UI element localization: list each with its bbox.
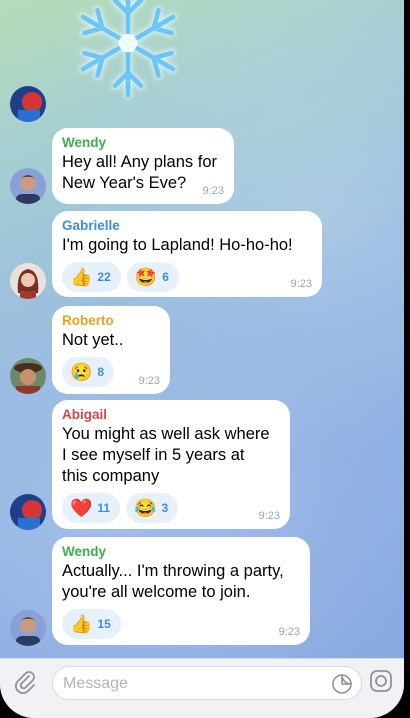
message-bubble[interactable]: Wendy Actually... I'm throwing a party, …	[52, 537, 310, 645]
reaction-count: 11	[97, 501, 111, 515]
reactions: 👍 22 🤩 6	[62, 262, 312, 292]
message-text: Hey all! Any plans for New Year's Eve?	[62, 153, 217, 192]
message-time: 9:23	[202, 185, 224, 197]
crying-face-icon: 😢	[70, 362, 93, 382]
reaction-count: 22	[97, 270, 111, 284]
avatar[interactable]	[10, 494, 46, 530]
reaction-thumbs-up[interactable]: 👍 15	[62, 609, 121, 639]
avatar[interactable]	[10, 263, 46, 299]
composer-bar: Message	[0, 658, 404, 718]
reaction-count: 6	[162, 270, 169, 284]
reaction-crying[interactable]: 😢 8	[62, 357, 115, 387]
camera-icon[interactable]	[368, 668, 394, 694]
message-time: 9:23	[290, 278, 312, 290]
chat-screen: Wendy Hey all! Any plans for New Year's …	[0, 0, 404, 718]
avatar[interactable]	[10, 168, 46, 204]
message-bubble[interactable]: Roberto Not yet.. 😢 8 9:23	[52, 306, 170, 394]
sender-name: Gabrielle	[62, 218, 120, 233]
reactions: 👍 15	[62, 609, 300, 639]
message-text: Not yet..	[62, 331, 124, 349]
reaction-thumbs-up[interactable]: 👍 22	[62, 262, 121, 292]
avatar[interactable]	[10, 358, 46, 394]
avatar[interactable]	[10, 86, 46, 122]
attach-icon[interactable]	[12, 669, 38, 695]
message-text: Actually... I'm throwing a party, you're…	[62, 562, 284, 601]
reactions: ❤️ 11 😂 3	[62, 493, 280, 523]
thumbs-up-icon: 👍	[70, 614, 93, 634]
sender-name: Wendy	[62, 135, 107, 150]
reaction-star-struck[interactable]: 🤩 6	[126, 262, 179, 292]
heart-icon: ❤️	[70, 498, 93, 518]
sender-name: Roberto	[62, 313, 114, 328]
reaction-count: 3	[161, 501, 169, 515]
reaction-heart[interactable]: ❤️ 11	[62, 493, 121, 523]
message-placeholder: Message	[63, 675, 128, 692]
star-struck-icon: 🤩	[134, 267, 158, 287]
sticker-icon[interactable]	[331, 673, 353, 695]
message-bubble[interactable]: Gabrielle I'm going to Lapland! Ho-ho-ho…	[52, 211, 322, 297]
message-time: 9:23	[278, 626, 300, 638]
sender-name: Abigail	[62, 407, 108, 422]
sender-name: Wendy	[62, 544, 107, 559]
reaction-laughing[interactable]: 😂 3	[126, 493, 179, 523]
thumbs-up-icon: 👍	[70, 267, 93, 287]
message-text: You might as well ask where I see myself…	[62, 425, 270, 485]
avatar[interactable]	[10, 610, 46, 646]
message-input[interactable]: Message	[52, 666, 362, 700]
reaction-count: 8	[97, 365, 105, 379]
message-time: 9:23	[138, 375, 160, 387]
reaction-count: 15	[97, 617, 111, 631]
message-time: 9:23	[258, 510, 280, 522]
message-bubble[interactable]: Abigail You might as well ask where I se…	[52, 400, 290, 529]
message-bubble[interactable]: Wendy Hey all! Any plans for New Year's …	[52, 128, 234, 204]
snowflake-icon	[52, 0, 204, 108]
laughing-face-icon: 😂	[134, 498, 157, 518]
message-text: I'm going to Lapland! Ho-ho-ho!	[62, 236, 293, 254]
